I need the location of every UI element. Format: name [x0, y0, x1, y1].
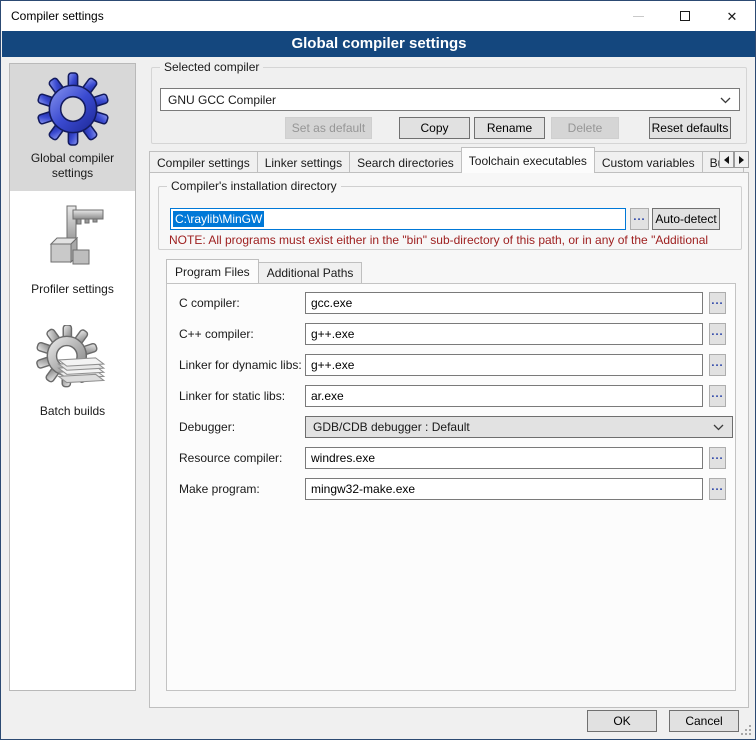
settings-tabs: Compiler settings Linker settings Search…	[149, 147, 749, 173]
settings-sidebar: Global compiler settings	[9, 63, 136, 691]
sidebar-item-batch-builds[interactable]: Batch builds	[10, 317, 135, 429]
sidebar-item-label: Profiler settings	[14, 282, 131, 297]
blue-gear-icon	[14, 71, 131, 147]
make-program-label: Make program:	[179, 482, 260, 496]
cpp-compiler-input[interactable]	[305, 323, 703, 345]
dynamic-linker-input[interactable]	[305, 354, 703, 376]
arrow-left-icon	[724, 156, 729, 164]
debugger-row: Debugger: GDB/CDB debugger : Default	[167, 416, 735, 438]
debugger-label: Debugger:	[179, 420, 235, 434]
sidebar-item-global-compiler-settings[interactable]: Global compiler settings	[10, 64, 135, 191]
maximize-icon	[680, 11, 690, 21]
close-icon: ✕	[727, 10, 738, 23]
c-compiler-browse-button[interactable]: ...	[709, 292, 726, 314]
make-program-input[interactable]	[305, 478, 703, 500]
subtab-program-files[interactable]: Program Files	[166, 259, 259, 283]
debugger-select[interactable]: GDB/CDB debugger : Default	[305, 416, 733, 438]
chevron-down-icon	[713, 424, 724, 431]
dynamic-linker-label: Linker for dynamic libs:	[179, 358, 302, 372]
installation-directory-browse-button[interactable]: ...	[630, 208, 649, 230]
set-as-default-button[interactable]: Set as default	[285, 117, 372, 139]
reset-defaults-button[interactable]: Reset defaults	[649, 117, 731, 139]
window-title: Compiler settings	[11, 9, 104, 23]
close-button[interactable]: ✕	[709, 1, 755, 31]
tab-scroll-left-button[interactable]	[719, 151, 734, 168]
delete-button[interactable]: Delete	[551, 117, 619, 139]
arrow-right-icon	[739, 156, 744, 164]
cpp-compiler-browse-button[interactable]: ...	[709, 323, 726, 345]
chevron-down-icon	[720, 97, 731, 104]
c-compiler-label: C compiler:	[179, 296, 240, 310]
dynamic-linker-browse-button[interactable]: ...	[709, 354, 726, 376]
subtab-additional-paths[interactable]: Additional Paths	[258, 262, 363, 283]
tab-custom-variables[interactable]: Custom variables	[594, 151, 703, 173]
auto-detect-button[interactable]: Auto-detect	[652, 208, 720, 230]
sidebar-item-label: Batch builds	[14, 404, 131, 419]
program-subtabs: Program Files Additional Paths	[166, 259, 361, 283]
static-linker-row: Linker for static libs: ...	[167, 385, 735, 407]
resource-compiler-label: Resource compiler:	[179, 451, 282, 465]
static-linker-browse-button[interactable]: ...	[709, 385, 726, 407]
compiler-select[interactable]: GNU GCC Compiler	[160, 88, 740, 111]
maximize-button[interactable]	[662, 1, 708, 31]
selected-compiler-group: Selected compiler GNU GCC Compiler Set a…	[151, 67, 747, 144]
sidebar-item-profiler-settings[interactable]: Profiler settings	[10, 195, 135, 307]
resize-grip[interactable]	[741, 725, 751, 735]
tab-compiler-settings[interactable]: Compiler settings	[149, 151, 258, 173]
cpp-compiler-label: C++ compiler:	[179, 327, 254, 341]
copy-button[interactable]: Copy	[399, 117, 470, 139]
cancel-button[interactable]: Cancel	[669, 710, 739, 732]
make-program-browse-button[interactable]: ...	[709, 478, 726, 500]
resource-compiler-row: Resource compiler: ...	[167, 447, 735, 469]
gear-stack-icon	[14, 324, 131, 400]
tab-search-directories[interactable]: Search directories	[349, 151, 462, 173]
resource-compiler-browse-button[interactable]: ...	[709, 447, 726, 469]
debugger-select-value: GDB/CDB debugger : Default	[313, 420, 470, 434]
dynamic-linker-row: Linker for dynamic libs: ...	[167, 354, 735, 376]
tab-toolchain-executables[interactable]: Toolchain executables	[461, 147, 595, 173]
program-files-panel: C compiler: ... C++ compiler: ... Linker…	[166, 283, 736, 691]
tab-linker-settings[interactable]: Linker settings	[257, 151, 350, 173]
installation-directory-group: Compiler's installation directory C:\ray…	[158, 186, 742, 250]
installation-note: NOTE: All programs must exist either in …	[169, 233, 739, 247]
static-linker-input[interactable]	[305, 385, 703, 407]
sidebar-item-label: Global compiler settings	[14, 151, 131, 181]
cpp-compiler-row: C++ compiler: ...	[167, 323, 735, 345]
caliper-icon	[14, 202, 131, 278]
minimize-icon	[633, 16, 644, 17]
compiler-select-value: GNU GCC Compiler	[168, 93, 276, 107]
c-compiler-input[interactable]	[305, 292, 703, 314]
resource-compiler-input[interactable]	[305, 447, 703, 469]
title-bar[interactable]: Compiler settings ✕	[1, 1, 755, 31]
toolchain-executables-page: Compiler's installation directory C:\ray…	[149, 172, 749, 708]
rename-button[interactable]: Rename	[474, 117, 545, 139]
c-compiler-row: C compiler: ...	[167, 292, 735, 314]
static-linker-label: Linker for static libs:	[179, 389, 285, 403]
ok-button[interactable]: OK	[587, 710, 657, 732]
selected-compiler-legend: Selected compiler	[160, 60, 263, 74]
installation-directory-value: C:\raylib\MinGW	[173, 211, 264, 227]
compiler-settings-window: Compiler settings ✕ Global compiler sett…	[0, 0, 756, 740]
minimize-button[interactable]	[615, 1, 661, 31]
tab-scroll-right-button[interactable]	[734, 151, 749, 168]
installation-directory-legend: Compiler's installation directory	[167, 179, 341, 193]
page-title: Global compiler settings	[2, 31, 756, 57]
installation-directory-input[interactable]: C:\raylib\MinGW	[170, 208, 626, 230]
make-program-row: Make program: ...	[167, 478, 735, 500]
